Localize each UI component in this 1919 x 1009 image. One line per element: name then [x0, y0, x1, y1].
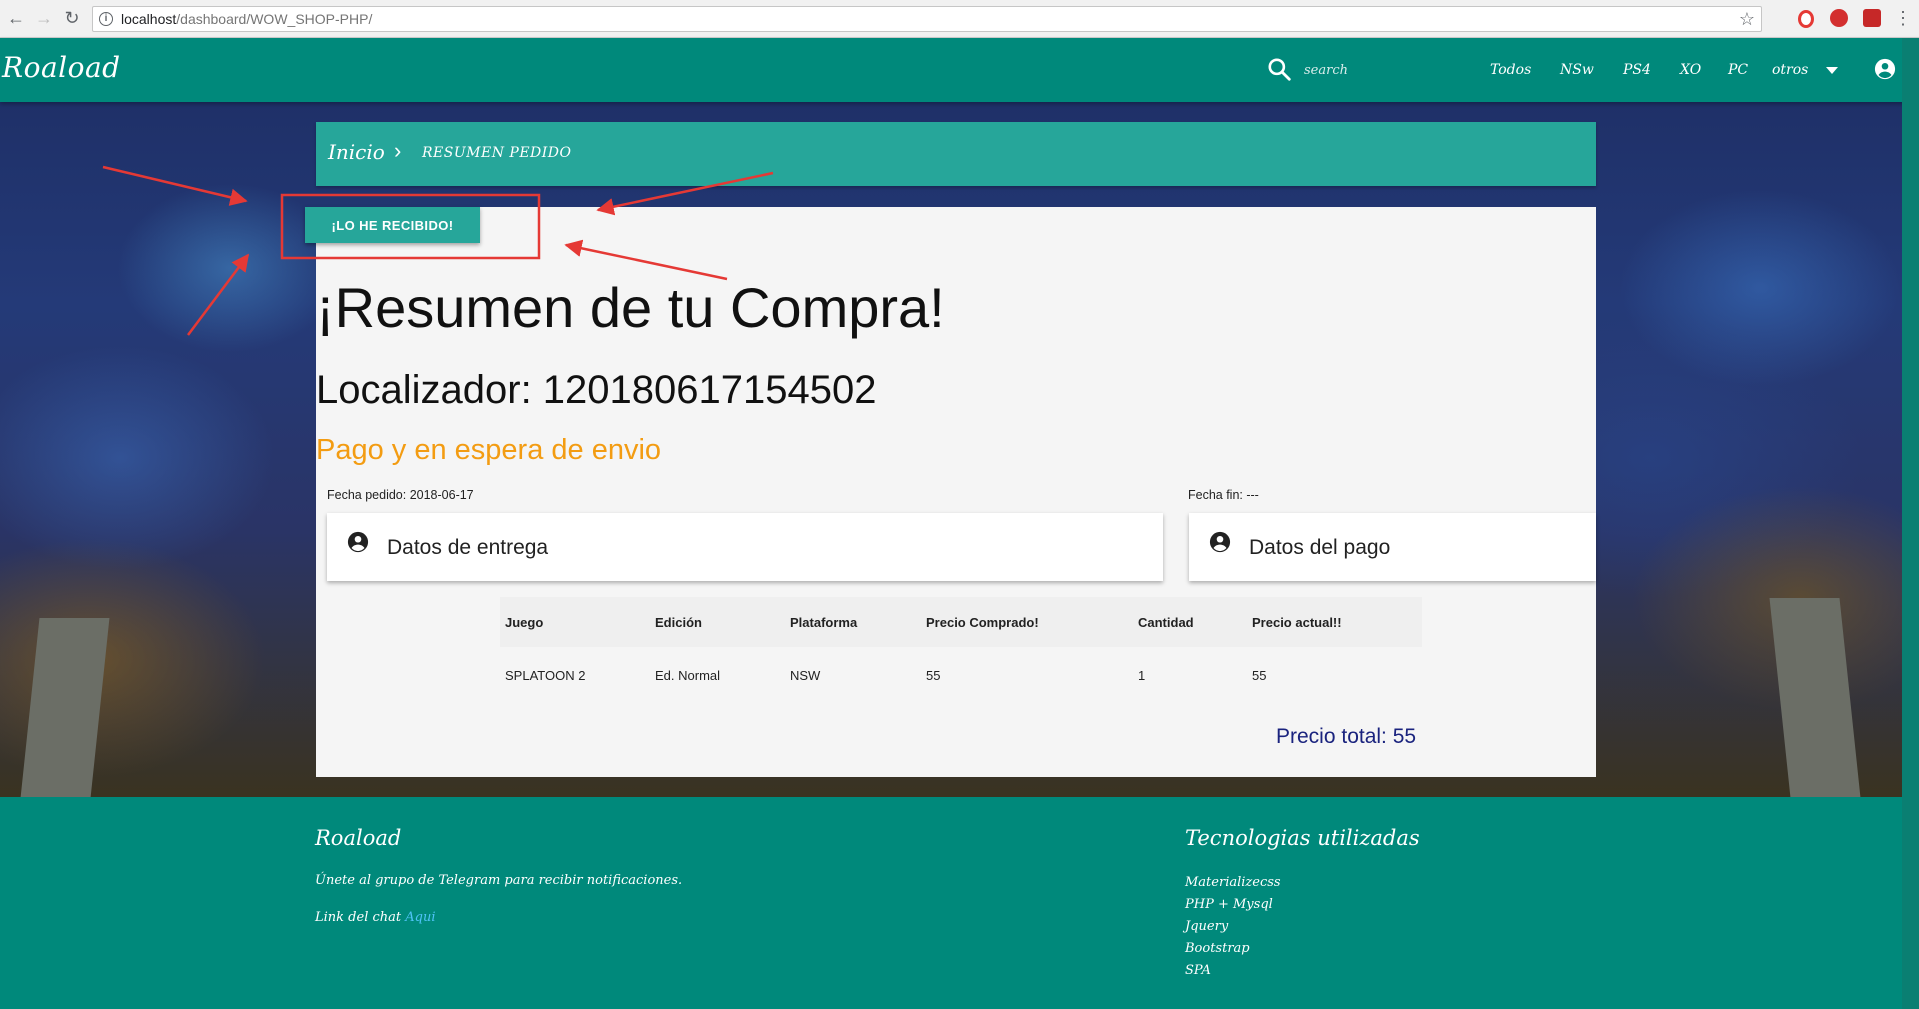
table-cell: NSW: [790, 667, 821, 683]
tree-trunk-left: [20, 618, 110, 798]
table-header-row: Juego Edición Plataforma Precio Comprado…: [500, 597, 1422, 647]
top-navbar: Roaload Todos NSw PS4 XO PC otros: [0, 38, 1919, 102]
page-scrollbar[interactable]: [1902, 38, 1919, 1009]
info-icon[interactable]: i: [99, 12, 113, 26]
footer-tech-title: Tecnologias utilizadas: [1185, 826, 1420, 850]
account-circle-icon[interactable]: [1874, 58, 1896, 80]
more-vert-icon[interactable]: ⋮: [1893, 8, 1913, 28]
table-cell: SPLATOON 2: [505, 667, 586, 683]
menu-item-pc[interactable]: PC: [1728, 62, 1748, 78]
url-text[interactable]: localhost/dashboard/WOW_SHOP-PHP/: [121, 11, 372, 27]
dropdown-caret-icon[interactable]: [1826, 67, 1838, 74]
bookmark-star-icon[interactable]: ☆: [1739, 9, 1755, 30]
footer-telegram-text: Únete al grupo de Telegram para recibir …: [315, 873, 683, 888]
order-date: Fecha pedido: 2018-06-17: [327, 488, 474, 502]
payment-panel-label: Datos del pago: [1249, 536, 1391, 559]
arrow-left-icon[interactable]: ←: [6, 8, 26, 28]
url-path: /dashboard/WOW_SHOP-PHP/: [176, 11, 373, 27]
chevron-right-icon: ›: [394, 138, 402, 163]
order-items-table: Juego Edición Plataforma Precio Comprado…: [500, 597, 1422, 703]
received-button[interactable]: ¡LO HE RECIBIDO!: [305, 207, 480, 243]
tech-list: Materializecss PHP + Mysql Jquery Bootst…: [1185, 875, 1281, 985]
search-input[interactable]: [1302, 58, 1456, 82]
list-item: Materializecss: [1185, 875, 1281, 890]
footer-chat-label: Link del chat: [315, 910, 406, 925]
page-title: ¡Resumen de tu Compra!: [316, 276, 945, 339]
column-header: Edición: [650, 597, 785, 647]
browser-toolbar: ← → ↻ i localhost/dashboard/WOW_SHOP-PHP…: [0, 0, 1919, 38]
brand-logo[interactable]: Roaload: [2, 51, 121, 84]
column-header: Plataforma: [785, 597, 921, 647]
menu-item-todos[interactable]: Todos: [1490, 62, 1531, 78]
table-cell: 55: [926, 667, 941, 683]
account-circle-icon: [347, 531, 369, 553]
footer-brand: Roaload: [315, 826, 402, 850]
menu-item-nsw[interactable]: NSw: [1560, 62, 1594, 78]
table-cell: 55: [1252, 667, 1267, 683]
list-item: Jquery: [1185, 919, 1229, 934]
address-bar[interactable]: i localhost/dashboard/WOW_SHOP-PHP/ ☆: [92, 6, 1762, 32]
search-icon[interactable]: [1266, 56, 1292, 82]
delivery-data-panel[interactable]: Datos de entrega: [327, 513, 1163, 581]
breadcrumb-home[interactable]: Inicio: [328, 140, 385, 164]
adblock-extension-icon[interactable]: [1830, 9, 1848, 27]
pdf-extension-icon[interactable]: [1863, 9, 1881, 27]
reload-icon[interactable]: ↻: [62, 8, 82, 28]
order-status: Pago y en espera de envio: [316, 434, 662, 466]
column-header: Precio actual!!: [1247, 597, 1422, 647]
account-circle-icon: [1209, 531, 1231, 553]
column-header: Cantidad: [1133, 597, 1247, 647]
tree-trunk-right: [1769, 598, 1861, 798]
total-price: Precio total: 55: [1276, 725, 1417, 748]
footer-chat-row: Link del chat Aqui: [315, 910, 436, 925]
list-item: Bootstrap: [1185, 941, 1250, 956]
url-host: localhost: [121, 11, 177, 27]
table-cell: 1: [1138, 667, 1146, 683]
payment-data-panel[interactable]: Datos del pago: [1189, 513, 1596, 581]
column-header: Juego: [500, 597, 650, 647]
end-date: Fecha fin: ---: [1188, 488, 1259, 502]
footer: [0, 797, 1919, 1009]
table-row: SPLATOON 2 Ed. Normal NSW 55 1 55: [500, 647, 1422, 703]
delivery-panel-label: Datos de entrega: [387, 536, 549, 559]
breadcrumb: Inicio › RESUMEN PEDIDO: [316, 122, 1596, 186]
menu-item-otros[interactable]: otros: [1772, 62, 1808, 78]
table-cell: Ed. Normal: [655, 667, 721, 683]
breadcrumb-current: RESUMEN PEDIDO: [422, 145, 572, 161]
list-item: PHP + Mysql: [1185, 897, 1273, 912]
column-header: Precio Comprado!: [921, 597, 1133, 647]
footer-chat-link[interactable]: Aqui: [405, 910, 435, 925]
order-locator: Localizador: 120180617154502: [316, 368, 877, 412]
menu-item-xo[interactable]: XO: [1680, 62, 1701, 78]
list-item: SPA: [1185, 963, 1211, 978]
opera-extension-icon[interactable]: [1798, 10, 1814, 28]
menu-item-ps4[interactable]: PS4: [1623, 62, 1651, 78]
arrow-right-icon[interactable]: →: [34, 8, 54, 28]
